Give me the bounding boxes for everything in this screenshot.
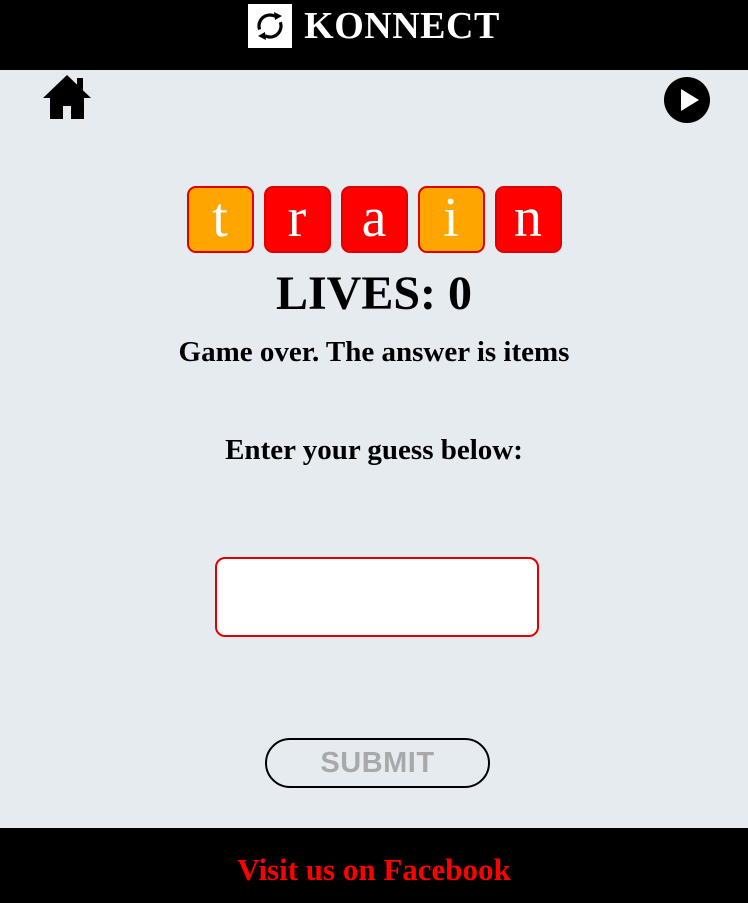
guess-prompt: Enter your guess below: [225,434,523,466]
lives-counter: LIVES: 0 [0,266,748,321]
home-icon [43,75,91,119]
tile-letter: a [361,186,387,249]
home-button[interactable] [41,73,93,121]
tile-letter: t [212,186,228,249]
game-over-message: Game over. The answer is items [178,336,570,368]
game-page: KONNECT t r a i n LIVES: 0 Game over. Th… [0,0,748,903]
letter-tile[interactable]: r [263,186,331,253]
guess-input[interactable] [215,557,539,637]
app-title: KONNECT [304,5,500,47]
tile-letter: r [287,186,307,249]
letter-tile[interactable]: n [494,186,562,253]
letter-tile[interactable]: a [340,186,408,253]
refresh-arrows-icon [248,4,293,48]
letter-tiles: t r a i n [0,186,748,253]
brand[interactable]: KONNECT [248,4,500,48]
letter-tile[interactable]: t [186,186,254,253]
tile-letter: n [514,186,542,249]
lives-value: 0 [448,267,473,320]
footer: Visit us on Facebook [0,828,748,903]
top-bar: KONNECT [0,0,748,70]
submit-button[interactable]: SUBMIT [265,738,490,788]
play-icon [664,77,710,123]
play-button[interactable] [663,76,711,124]
tile-letter: i [443,186,459,249]
facebook-link[interactable]: Visit us on Facebook [237,852,511,888]
letter-tile[interactable]: i [417,186,485,253]
lives-label: LIVES: [275,267,437,320]
